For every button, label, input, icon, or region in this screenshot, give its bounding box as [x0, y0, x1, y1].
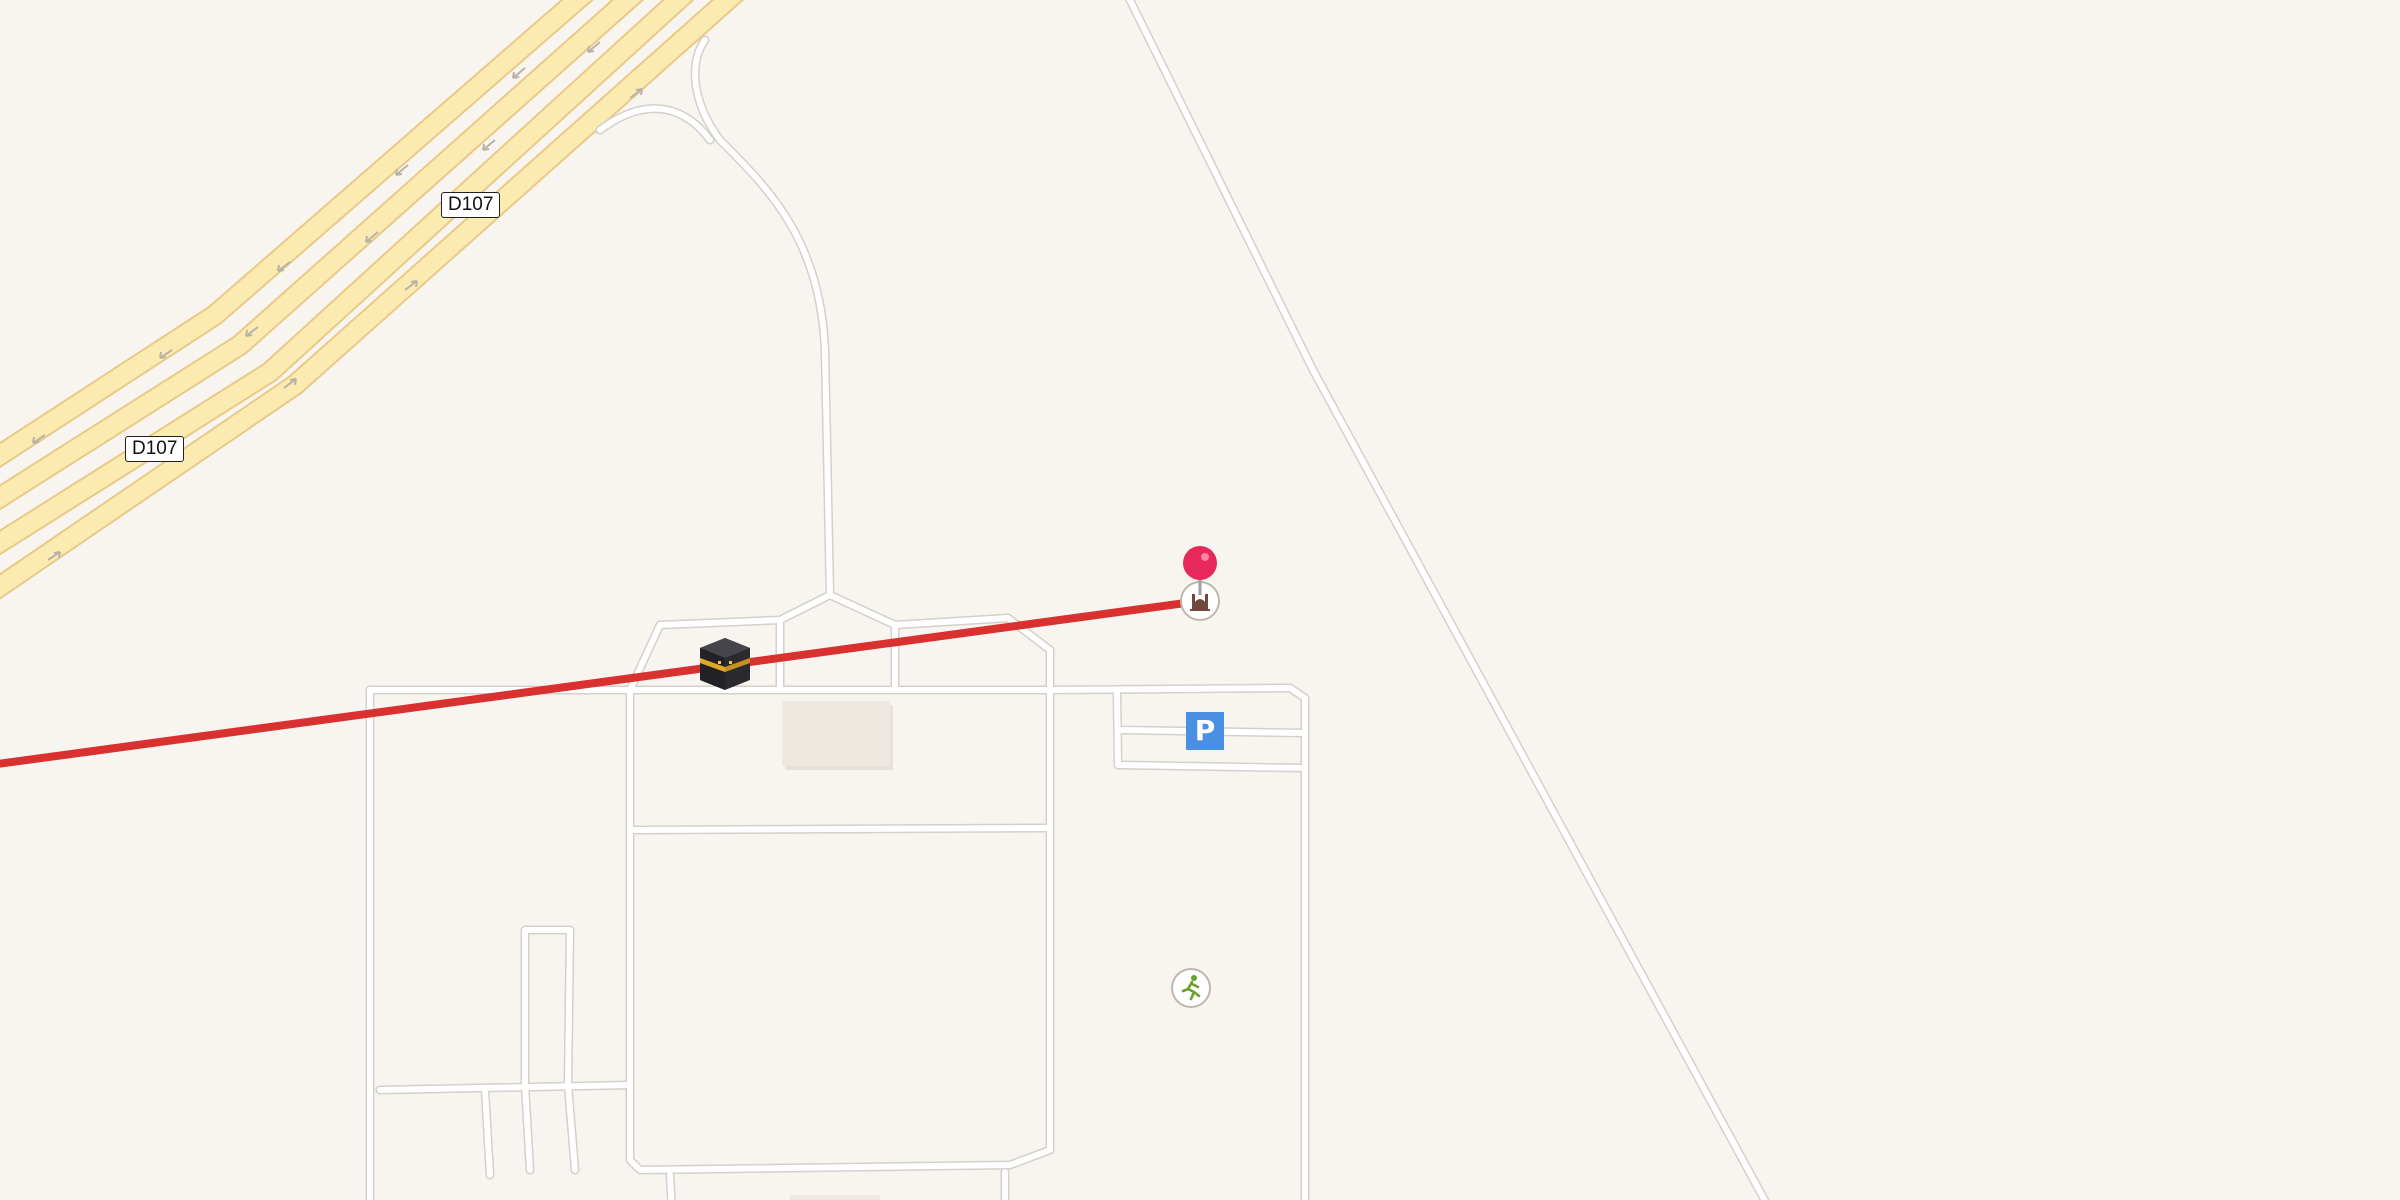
map-viewport[interactable]: D107 D107 P	[0, 0, 2400, 1200]
parking-icon: P	[1194, 714, 1216, 747]
road-label-d107: D107	[441, 192, 501, 218]
sports-poi[interactable]	[1170, 967, 1212, 1009]
location-pin-icon	[1183, 546, 1217, 595]
kaaba-icon	[700, 638, 750, 690]
road-label-d107: D107	[125, 436, 185, 462]
kaaba-poi[interactable]	[698, 636, 752, 692]
parking-poi[interactable]: P	[1186, 712, 1224, 750]
running-person-icon	[1171, 968, 1211, 1008]
location-pin-marker[interactable]	[1181, 545, 1219, 597]
